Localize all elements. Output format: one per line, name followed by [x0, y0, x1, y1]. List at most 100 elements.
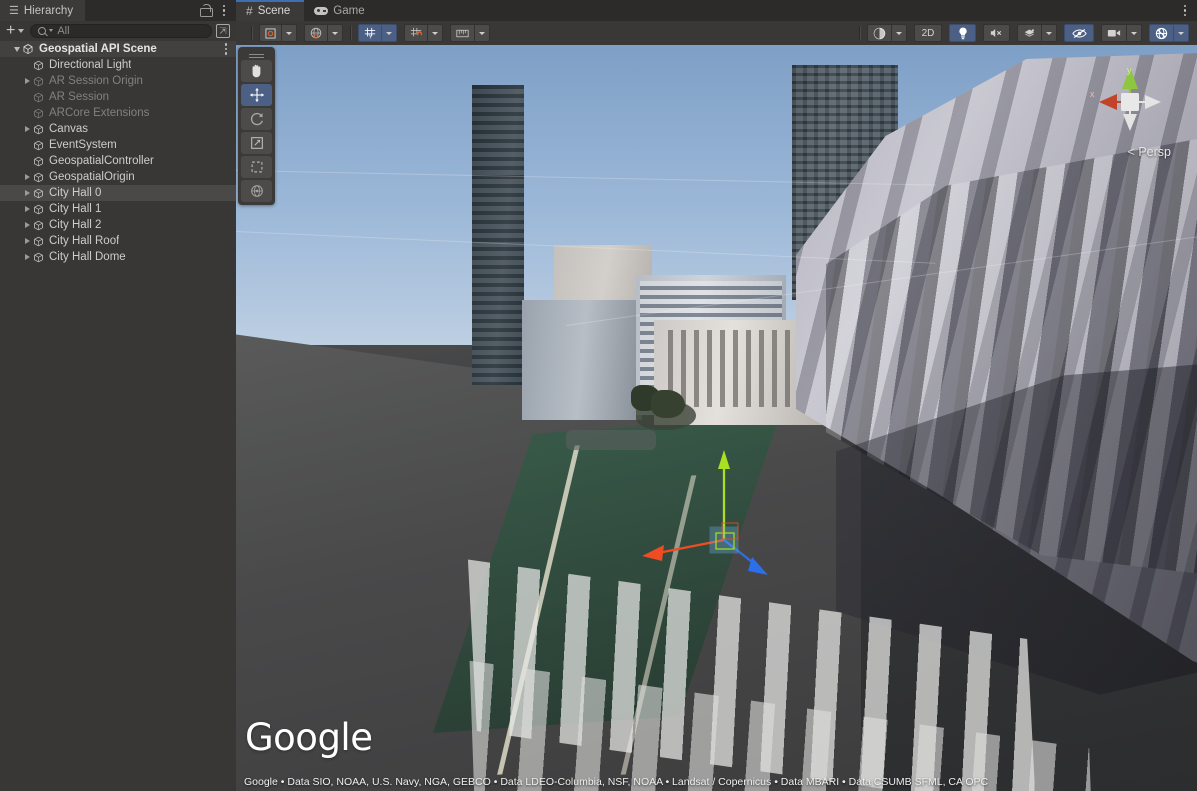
effects-icon[interactable] — [1017, 24, 1041, 42]
hierarchy-tabbar: ☰ Hierarchy — [0, 0, 236, 21]
move-tool[interactable] — [241, 84, 272, 106]
global-local-icon[interactable] — [304, 24, 327, 42]
gizmos-toggle[interactable] — [1149, 24, 1189, 42]
handle-space-dropdown[interactable] — [327, 24, 343, 42]
building-low — [522, 300, 642, 420]
pivot-center-icon[interactable] — [259, 24, 281, 42]
hierarchy-item-geospatialcontroller[interactable]: GeospatialController — [0, 153, 236, 169]
scale-tool[interactable] — [241, 132, 272, 154]
grid-size-dropdown[interactable] — [474, 24, 490, 42]
rect-tool[interactable] — [241, 156, 272, 178]
pivot-dropdown[interactable] — [281, 24, 297, 42]
expand-toggle[interactable] — [22, 190, 33, 196]
create-object-button[interactable]: + — [4, 25, 26, 37]
hierarchy-item-eventsystem[interactable]: EventSystem — [0, 137, 236, 153]
grid-snap-dropdown[interactable] — [381, 24, 397, 42]
hidden-toggle[interactable] — [1064, 24, 1094, 42]
snap-increment[interactable] — [404, 24, 443, 42]
gizmo-y-label: y — [1127, 65, 1132, 75]
hierarchy-item-label: GeospatialOrigin — [49, 171, 135, 183]
expand-toggle[interactable] — [22, 254, 33, 260]
snap-increment-dropdown[interactable] — [427, 24, 443, 42]
grid-snapping[interactable]: Y — [358, 24, 397, 42]
2d-toggle[interactable]: 2D — [914, 24, 942, 42]
grid-icon: # — [246, 4, 253, 18]
pivot-toggle[interactable] — [259, 24, 297, 42]
grid-snap-icon[interactable]: Y — [358, 24, 381, 42]
tab-hierarchy-label: Hierarchy — [24, 5, 73, 17]
hand-tool[interactable] — [241, 60, 272, 82]
fx-toggle[interactable] — [1017, 24, 1057, 42]
transform-tool[interactable] — [241, 180, 272, 202]
tab-scene[interactable]: # Scene — [236, 0, 304, 21]
tab-scene-label: Scene — [258, 5, 291, 17]
google-wordmark: Google — [245, 716, 372, 759]
ruler-icon[interactable] — [450, 24, 474, 42]
projection-label[interactable]: < Persp — [1128, 145, 1171, 159]
tools-palette[interactable] — [238, 47, 275, 205]
expand-toggle[interactable] — [22, 206, 33, 212]
lightbulb-icon — [958, 27, 968, 40]
camera-icon[interactable] — [1101, 24, 1126, 42]
unity-scene-icon — [22, 43, 34, 55]
hierarchy-item-geospatialorigin[interactable]: GeospatialOrigin — [0, 169, 236, 185]
hierarchy-item-directional-light[interactable]: Directional Light — [0, 57, 236, 73]
gameobject-cube-icon — [33, 252, 44, 263]
map-attribution: Google • Data SIO, NOAA, U.S. Navy, NGA,… — [244, 776, 988, 788]
scene-orientation-gizmo[interactable]: y x — [1087, 59, 1173, 145]
expand-toggle[interactable] — [22, 78, 33, 84]
hierarchy-panel: ☰ Hierarchy + All — [0, 0, 236, 791]
lighting-toggle[interactable] — [949, 24, 976, 42]
hierarchy-item-city-hall-dome[interactable]: City Hall Dome — [0, 249, 236, 265]
search-icon — [38, 27, 46, 35]
gameobject-cube-icon — [33, 220, 44, 231]
toolbar-separator — [251, 26, 252, 40]
scene-root-kebab-menu-icon[interactable] — [222, 41, 231, 57]
hierarchy-tree[interactable]: Geospatial API Scene Directional Light AR… — [0, 40, 236, 791]
camera-settings[interactable] — [1101, 24, 1142, 42]
move-gizmo[interactable] — [636, 445, 796, 585]
grid-visual-size[interactable] — [450, 24, 490, 42]
drag-handle-icon[interactable] — [241, 50, 272, 58]
hierarchy-item-arcore-extensions[interactable]: ARCore Extensions — [0, 105, 236, 121]
hierarchy-kebab-menu-icon[interactable] — [220, 3, 229, 19]
hierarchy-item-label: Directional Light — [49, 59, 131, 71]
expand-toggle[interactable] — [22, 222, 33, 228]
expand-toggle[interactable] — [22, 126, 33, 132]
gizmos-globe-icon[interactable] — [1149, 24, 1173, 42]
shaded-sphere-icon[interactable] — [867, 24, 891, 42]
hierarchy-searchbar: + All — [0, 21, 236, 40]
rotate-tool[interactable] — [241, 108, 272, 130]
hierarchy-item-ar-session-origin[interactable]: AR Session Origin — [0, 73, 236, 89]
camera-dropdown[interactable] — [1126, 24, 1142, 42]
hierarchy-item-city-hall-1[interactable]: City Hall 1 — [0, 201, 236, 217]
search-input[interactable]: All — [30, 24, 212, 38]
scene-kebab-menu-icon[interactable] — [1181, 3, 1190, 19]
gameobject-cube-icon — [33, 92, 44, 103]
hierarchy-item-city-hall-roof[interactable]: City Hall Roof — [0, 233, 236, 249]
hierarchy-item-label: GeospatialController — [49, 155, 154, 167]
tab-game[interactable]: Game — [304, 0, 378, 21]
expand-toggle[interactable] — [22, 238, 33, 244]
hierarchy-item-canvas[interactable]: Canvas — [0, 121, 236, 137]
hierarchy-item-city-hall-0[interactable]: City Hall 0 — [0, 185, 236, 201]
audio-toggle[interactable] — [983, 24, 1010, 42]
lock-icon[interactable] — [200, 4, 211, 17]
hierarchy-item-label: AR Session — [49, 91, 109, 103]
fx-dropdown[interactable] — [1041, 24, 1057, 42]
gizmos-dropdown[interactable] — [1173, 24, 1189, 42]
tab-hierarchy[interactable]: ☰ Hierarchy — [0, 0, 85, 21]
gameobject-cube-icon — [33, 108, 44, 119]
hierarchy-item-ar-session[interactable]: AR Session — [0, 89, 236, 105]
expand-toggle[interactable] — [22, 174, 33, 180]
search-filter-chevron-icon — [49, 29, 53, 32]
handle-space-toggle[interactable] — [304, 24, 343, 42]
draw-mode-dropdown[interactable] — [891, 24, 907, 42]
draw-mode[interactable] — [867, 24, 907, 42]
scene-viewport[interactable]: y x < Persp Google Google • Data SIO, NO… — [236, 45, 1197, 791]
scene-expand-toggle[interactable] — [11, 47, 22, 52]
magnet-snap-icon[interactable] — [404, 24, 427, 42]
hierarchy-item-city-hall-2[interactable]: City Hall 2 — [0, 217, 236, 233]
open-in-panel-icon[interactable] — [216, 24, 230, 38]
hierarchy-scene-root[interactable]: Geospatial API Scene — [0, 41, 236, 57]
